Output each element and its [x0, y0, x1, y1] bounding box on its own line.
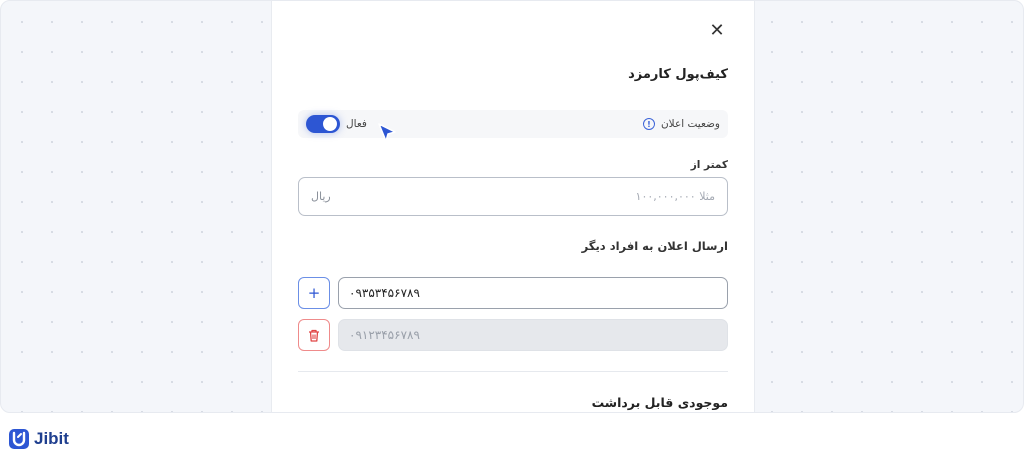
threshold-label: کمتر از [690, 159, 728, 171]
notification-status-row: وضعیت اعلان ! فعال [298, 110, 728, 142]
brand-logo: Jibit [8, 428, 69, 450]
section-divider [298, 371, 728, 372]
close-icon: ✕ [709, 19, 725, 41]
settings-panel: ✕ کیف‌پول کارمزد وضعیت اعلان ! فعال کمتر… [271, 1, 755, 412]
status-toggle[interactable] [306, 115, 340, 133]
toggle-knob [323, 117, 337, 131]
phone-input-disabled: ۰۹۱۲۳۴۵۶۷۸۹ [338, 319, 728, 351]
toggle-group: فعال [306, 115, 367, 133]
trash-icon [309, 329, 319, 342]
withdrawable-balance-label: موجودی قابل برداشت [591, 395, 728, 410]
jibit-logo-icon [9, 429, 29, 449]
add-phone-button[interactable]: + [298, 277, 330, 309]
background-canvas: ✕ کیف‌پول کارمزد وضعیت اعلان ! فعال کمتر… [0, 0, 1024, 413]
status-label-group: وضعیت اعلان ! [642, 118, 720, 130]
currency-unit: ریال [311, 190, 331, 203]
delete-phone-button[interactable] [298, 319, 330, 351]
info-icon[interactable]: ! [642, 118, 655, 130]
threshold-input[interactable]: مثلا ۱۰۰,۰۰۰,۰۰۰ ریال [298, 177, 728, 216]
phone-row: ۰۹۱۲۳۴۵۶۷۸۹ [298, 319, 728, 351]
mouse-cursor-icon [378, 123, 396, 142]
notify-others-label: ارسال اعلان به افراد دیگر [581, 239, 728, 253]
status-label: وضعیت اعلان [660, 118, 720, 130]
plus-icon: + [307, 284, 321, 302]
toggle-label: فعال [346, 118, 367, 130]
close-button[interactable]: ✕ [706, 19, 728, 41]
phone-input[interactable]: ۰۹۳۵۳۴۵۶۷۸۹ [338, 277, 728, 309]
brand-name: Jibit [34, 429, 69, 448]
threshold-placeholder: مثلا ۱۰۰,۰۰۰,۰۰۰ [635, 190, 715, 203]
phone-row: + ۰۹۳۵۳۴۵۶۷۸۹ [298, 277, 728, 309]
panel-title: کیف‌پول کارمزد [628, 67, 728, 82]
